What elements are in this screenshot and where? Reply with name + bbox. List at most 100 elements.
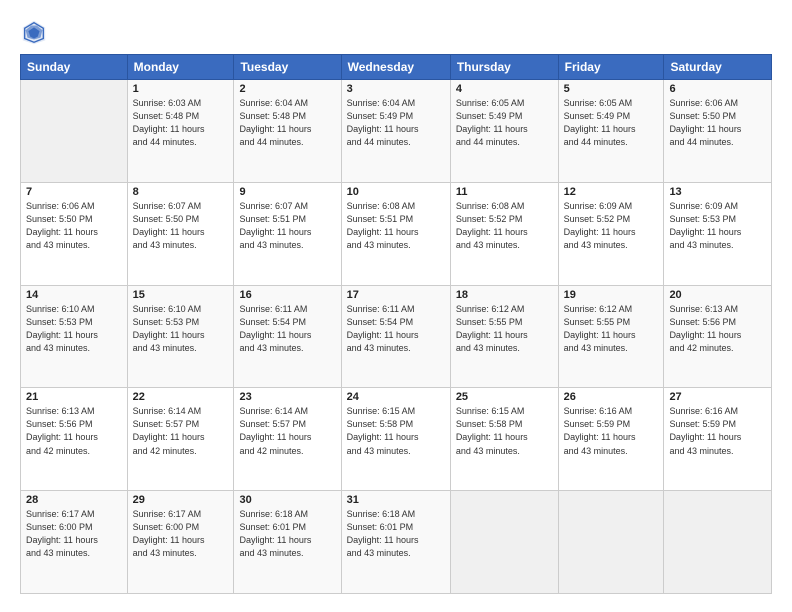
day-number: 17: [347, 289, 445, 301]
calendar-cell: 5 Sunrise: 6:05 AM Sunset: 5:49 PM Daylig…: [558, 80, 664, 183]
day-info: Sunrise: 6:06 AM Sunset: 5:50 PM Dayligh…: [669, 97, 766, 149]
day-number: 9: [239, 186, 335, 198]
day-info: Sunrise: 6:10 AM Sunset: 5:53 PM Dayligh…: [133, 303, 229, 355]
day-number: 21: [26, 391, 122, 403]
day-info: Sunrise: 6:12 AM Sunset: 5:55 PM Dayligh…: [456, 303, 553, 355]
calendar-cell: 26 Sunrise: 6:16 AM Sunset: 5:59 PM Dayli…: [558, 388, 664, 491]
day-number: 12: [564, 186, 659, 198]
header: [20, 18, 772, 46]
day-info: Sunrise: 6:18 AM Sunset: 6:01 PM Dayligh…: [347, 508, 445, 560]
day-info: Sunrise: 6:15 AM Sunset: 5:58 PM Dayligh…: [456, 405, 553, 457]
calendar-cell: [21, 80, 128, 183]
calendar-week-4: 21Sunrise: 6:13 AM Sunset: 5:56 PM Dayli…: [21, 388, 772, 491]
calendar-header-wednesday: Wednesday: [341, 55, 450, 80]
calendar-cell: 27 Sunrise: 6:16 AM Sunset: 5:59 PM Dayli…: [664, 388, 772, 491]
day-info: Sunrise: 6:16 AM Sunset: 5:59 PM Dayligh…: [564, 405, 659, 457]
day-info: Sunrise: 6:14 AM Sunset: 5:57 PM Dayligh…: [239, 405, 335, 457]
calendar-cell: 15 Sunrise: 6:10 AM Sunset: 5:53 PM Dayli…: [127, 285, 234, 388]
day-info: Sunrise: 6:08 AM Sunset: 5:52 PM Dayligh…: [456, 200, 553, 252]
day-info: Sunrise: 6:06 AM Sunset: 5:50 PM Dayligh…: [26, 200, 122, 252]
day-info: Sunrise: 6:07 AM Sunset: 5:50 PM Dayligh…: [133, 200, 229, 252]
calendar-cell: 6Sunrise: 6:06 AM Sunset: 5:50 PM Daylig…: [664, 80, 772, 183]
day-number: 4: [456, 83, 553, 95]
calendar-header-sunday: Sunday: [21, 55, 128, 80]
calendar-cell: [664, 491, 772, 594]
day-number: 7: [26, 186, 122, 198]
calendar-week-2: 7 Sunrise: 6:06 AM Sunset: 5:50 PM Daylig…: [21, 182, 772, 285]
day-info: Sunrise: 6:10 AM Sunset: 5:53 PM Dayligh…: [26, 303, 122, 355]
day-number: 28: [26, 494, 122, 506]
calendar-cell: 31 Sunrise: 6:18 AM Sunset: 6:01 PM Dayli…: [341, 491, 450, 594]
day-number: 29: [133, 494, 229, 506]
calendar-cell: 19Sunrise: 6:12 AM Sunset: 5:55 PM Dayli…: [558, 285, 664, 388]
day-info: Sunrise: 6:08 AM Sunset: 5:51 PM Dayligh…: [347, 200, 445, 252]
day-number: 24: [347, 391, 445, 403]
day-info: Sunrise: 6:11 AM Sunset: 5:54 PM Dayligh…: [347, 303, 445, 355]
calendar-header-tuesday: Tuesday: [234, 55, 341, 80]
calendar-cell: 10 Sunrise: 6:08 AM Sunset: 5:51 PM Dayli…: [341, 182, 450, 285]
day-number: 30: [239, 494, 335, 506]
day-info: Sunrise: 6:11 AM Sunset: 5:54 PM Dayligh…: [239, 303, 335, 355]
calendar-cell: 7 Sunrise: 6:06 AM Sunset: 5:50 PM Daylig…: [21, 182, 128, 285]
day-info: Sunrise: 6:03 AM Sunset: 5:48 PM Dayligh…: [133, 97, 229, 149]
day-number: 15: [133, 289, 229, 301]
calendar-cell: 1 Sunrise: 6:03 AM Sunset: 5:48 PM Daylig…: [127, 80, 234, 183]
logo: [20, 18, 52, 46]
calendar-cell: 29 Sunrise: 6:17 AM Sunset: 6:00 PM Dayli…: [127, 491, 234, 594]
day-number: 18: [456, 289, 553, 301]
day-number: 22: [133, 391, 229, 403]
page: SundayMondayTuesdayWednesdayThursdayFrid…: [0, 0, 792, 612]
day-number: 8: [133, 186, 229, 198]
day-info: Sunrise: 6:05 AM Sunset: 5:49 PM Dayligh…: [564, 97, 659, 149]
calendar-cell: 3 Sunrise: 6:04 AM Sunset: 5:49 PM Daylig…: [341, 80, 450, 183]
day-number: 13: [669, 186, 766, 198]
calendar-header-monday: Monday: [127, 55, 234, 80]
day-info: Sunrise: 6:09 AM Sunset: 5:52 PM Dayligh…: [564, 200, 659, 252]
calendar-cell: 11 Sunrise: 6:08 AM Sunset: 5:52 PM Dayli…: [450, 182, 558, 285]
day-number: 10: [347, 186, 445, 198]
day-number: 16: [239, 289, 335, 301]
calendar-cell: 30 Sunrise: 6:18 AM Sunset: 6:01 PM Dayli…: [234, 491, 341, 594]
calendar-cell: 25 Sunrise: 6:15 AM Sunset: 5:58 PM Dayli…: [450, 388, 558, 491]
calendar-cell: 12 Sunrise: 6:09 AM Sunset: 5:52 PM Dayli…: [558, 182, 664, 285]
calendar-cell: [558, 491, 664, 594]
day-info: Sunrise: 6:17 AM Sunset: 6:00 PM Dayligh…: [26, 508, 122, 560]
day-info: Sunrise: 6:18 AM Sunset: 6:01 PM Dayligh…: [239, 508, 335, 560]
calendar-cell: 8 Sunrise: 6:07 AM Sunset: 5:50 PM Daylig…: [127, 182, 234, 285]
calendar-cell: 14 Sunrise: 6:10 AM Sunset: 5:53 PM Dayli…: [21, 285, 128, 388]
day-info: Sunrise: 6:16 AM Sunset: 5:59 PM Dayligh…: [669, 405, 766, 457]
calendar-cell: 23Sunrise: 6:14 AM Sunset: 5:57 PM Dayli…: [234, 388, 341, 491]
day-number: 25: [456, 391, 553, 403]
calendar-cell: 18 Sunrise: 6:12 AM Sunset: 5:55 PM Dayli…: [450, 285, 558, 388]
day-info: Sunrise: 6:04 AM Sunset: 5:48 PM Dayligh…: [239, 97, 335, 149]
day-number: 11: [456, 186, 553, 198]
calendar-header-thursday: Thursday: [450, 55, 558, 80]
calendar-cell: 24Sunrise: 6:15 AM Sunset: 5:58 PM Dayli…: [341, 388, 450, 491]
day-info: Sunrise: 6:09 AM Sunset: 5:53 PM Dayligh…: [669, 200, 766, 252]
day-number: 19: [564, 289, 659, 301]
day-number: 3: [347, 83, 445, 95]
calendar-week-1: 1 Sunrise: 6:03 AM Sunset: 5:48 PM Daylig…: [21, 80, 772, 183]
calendar-header-row: SundayMondayTuesdayWednesdayThursdayFrid…: [21, 55, 772, 80]
logo-icon: [20, 18, 48, 46]
day-number: 14: [26, 289, 122, 301]
calendar-cell: 2 Sunrise: 6:04 AM Sunset: 5:48 PM Daylig…: [234, 80, 341, 183]
calendar-cell: 9Sunrise: 6:07 AM Sunset: 5:51 PM Daylig…: [234, 182, 341, 285]
day-info: Sunrise: 6:13 AM Sunset: 5:56 PM Dayligh…: [669, 303, 766, 355]
calendar-cell: [450, 491, 558, 594]
day-number: 5: [564, 83, 659, 95]
calendar-cell: 16 Sunrise: 6:11 AM Sunset: 5:54 PM Dayli…: [234, 285, 341, 388]
day-info: Sunrise: 6:17 AM Sunset: 6:00 PM Dayligh…: [133, 508, 229, 560]
day-number: 2: [239, 83, 335, 95]
day-number: 1: [133, 83, 229, 95]
day-info: Sunrise: 6:04 AM Sunset: 5:49 PM Dayligh…: [347, 97, 445, 149]
day-number: 27: [669, 391, 766, 403]
day-number: 26: [564, 391, 659, 403]
day-number: 31: [347, 494, 445, 506]
calendar-week-3: 14 Sunrise: 6:10 AM Sunset: 5:53 PM Dayli…: [21, 285, 772, 388]
calendar-cell: 28 Sunrise: 6:17 AM Sunset: 6:00 PM Dayli…: [21, 491, 128, 594]
calendar-week-5: 28 Sunrise: 6:17 AM Sunset: 6:00 PM Dayli…: [21, 491, 772, 594]
day-info: Sunrise: 6:05 AM Sunset: 5:49 PM Dayligh…: [456, 97, 553, 149]
calendar-table: SundayMondayTuesdayWednesdayThursdayFrid…: [20, 54, 772, 594]
calendar-header-saturday: Saturday: [664, 55, 772, 80]
